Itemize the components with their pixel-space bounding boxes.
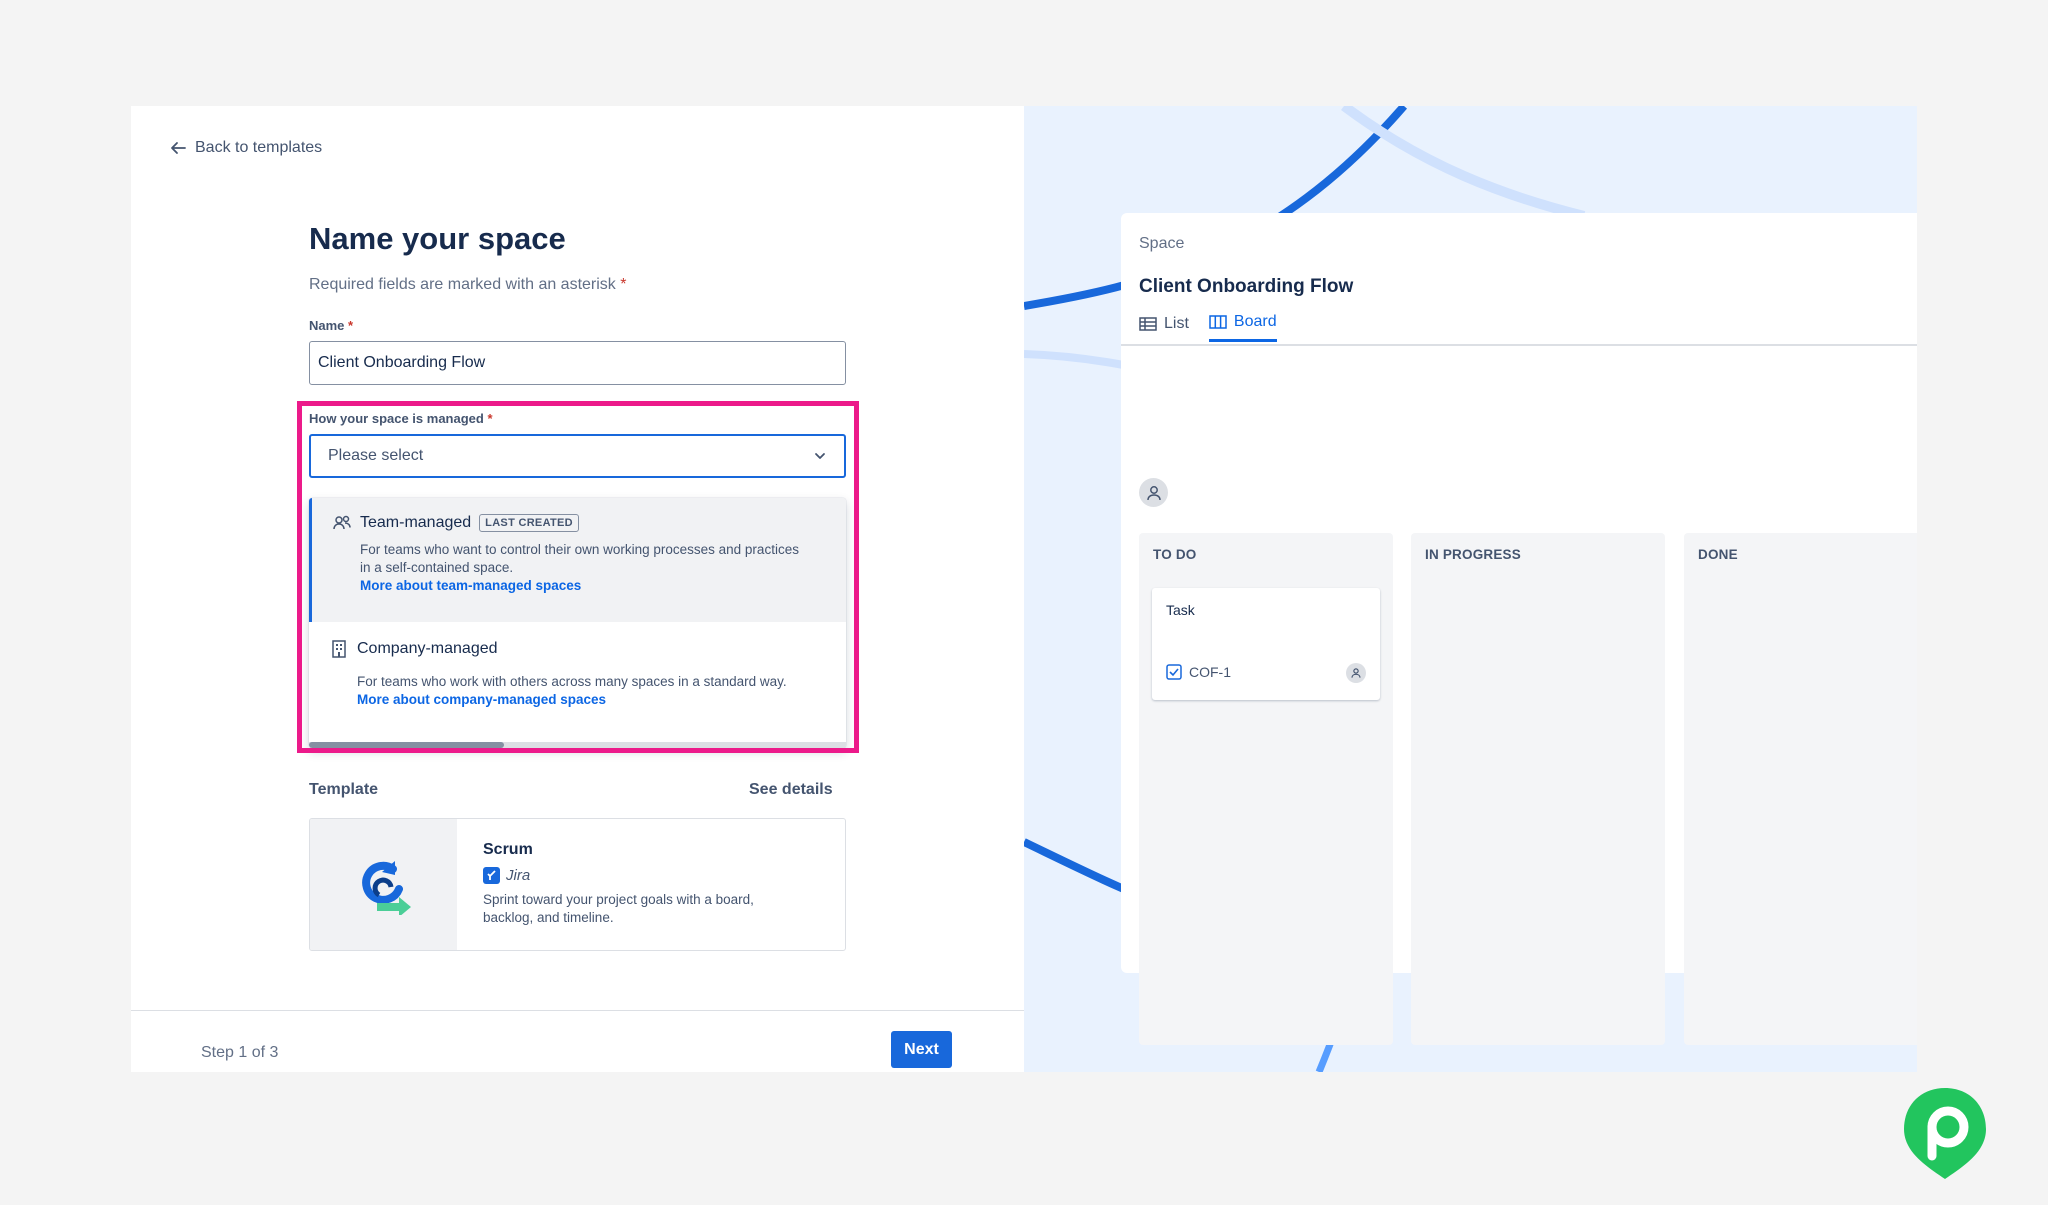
checkbox-task-icon — [1166, 664, 1182, 680]
required-asterisk: * — [620, 276, 627, 293]
table-icon — [1139, 316, 1157, 331]
menu-scrollbar[interactable] — [309, 742, 846, 748]
board-column-in-progress: IN PROGRESS — [1411, 533, 1665, 1045]
last-created-badge: LAST CREATED — [479, 514, 579, 532]
template-name: Scrum — [483, 841, 533, 858]
breadcrumb: Space — [1139, 235, 1185, 252]
onboarding-card: Back to templates Name your space Requir… — [131, 106, 1917, 1072]
option-description: For teams who work with others across ma… — [357, 674, 787, 689]
tab-board[interactable]: Board — [1208, 313, 1277, 342]
option-title: Team-managed — [360, 514, 472, 531]
template-description: Sprint toward your project goals with a … — [483, 892, 754, 925]
column-title: IN PROGRESS — [1425, 547, 1521, 562]
preview-panel: Space Client Onboarding Flow List Board … — [1024, 106, 1917, 1072]
template-label: Template — [309, 781, 379, 798]
people-icon — [333, 515, 351, 530]
space-preview: Space Client Onboarding Flow List Board … — [1121, 213, 1917, 1045]
option-title: Company-managed — [357, 640, 498, 657]
team-managed-link[interactable]: More about team-managed spaces — [360, 578, 581, 593]
task-title: Task — [1166, 602, 1195, 618]
back-label: Back to templates — [195, 139, 323, 156]
management-dropdown-menu: Team-managed LAST CREATED For teams who … — [309, 498, 846, 748]
tab-list[interactable]: List — [1139, 313, 1189, 342]
user-icon — [1146, 485, 1161, 500]
select-placeholder: Please select — [328, 447, 424, 464]
column-title: TO DO — [1153, 547, 1197, 562]
required-note: Required fields are marked with an aster… — [309, 276, 627, 293]
avatar[interactable] — [1139, 478, 1168, 507]
jira-logo-icon — [483, 867, 500, 884]
template-app: Jira — [483, 867, 530, 884]
company-managed-link[interactable]: More about company-managed spaces — [357, 692, 606, 707]
preview-title: Client Onboarding Flow — [1139, 276, 1354, 297]
board-column-todo: TO DO Task COF-1 — [1139, 533, 1393, 1045]
step-indicator: Step 1 of 3 — [201, 1044, 279, 1061]
chevron-down-icon — [815, 453, 825, 459]
preview-tabs: List Board — [1139, 313, 1277, 342]
page-title: Name your space — [309, 221, 566, 256]
user-icon — [1351, 668, 1361, 678]
scrum-cycle-icon — [361, 860, 411, 915]
name-input[interactable] — [309, 341, 846, 385]
menu-scrollbar-thumb[interactable] — [309, 742, 504, 748]
column-title: DONE — [1698, 547, 1738, 562]
board-column-done: DONE — [1684, 533, 1917, 1045]
template-card[interactable]: Scrum Jira Sprint toward your project go… — [309, 818, 846, 951]
brand-logo-icon — [1904, 1088, 1986, 1179]
task-key: COF-1 — [1189, 664, 1231, 680]
tab-divider — [1121, 344, 1917, 346]
task-assignee-avatar[interactable] — [1346, 663, 1366, 683]
building-icon — [332, 640, 346, 658]
arrow-left-icon — [171, 142, 186, 154]
management-select[interactable]: Please select — [309, 434, 846, 478]
board-icon — [1209, 315, 1227, 329]
back-to-templates-link[interactable]: Back to templates — [169, 139, 322, 157]
next-button[interactable]: Next — [891, 1031, 952, 1068]
task-card[interactable]: Task COF-1 — [1152, 588, 1380, 700]
option-team-managed[interactable]: Team-managed LAST CREATED For teams who … — [309, 498, 846, 622]
managed-label: How your space is managed * — [309, 411, 493, 426]
scrum-illustration — [310, 819, 457, 950]
option-company-managed[interactable]: Company-managed For teams who work with … — [309, 622, 846, 742]
see-details-link[interactable]: See details — [749, 781, 833, 799]
form-panel: Back to templates Name your space Requir… — [131, 106, 1024, 1072]
name-label: Name * — [309, 318, 354, 333]
form-footer: Step 1 of 3 Next — [131, 1010, 1024, 1072]
option-description: For teams who want to control their own … — [360, 542, 799, 575]
